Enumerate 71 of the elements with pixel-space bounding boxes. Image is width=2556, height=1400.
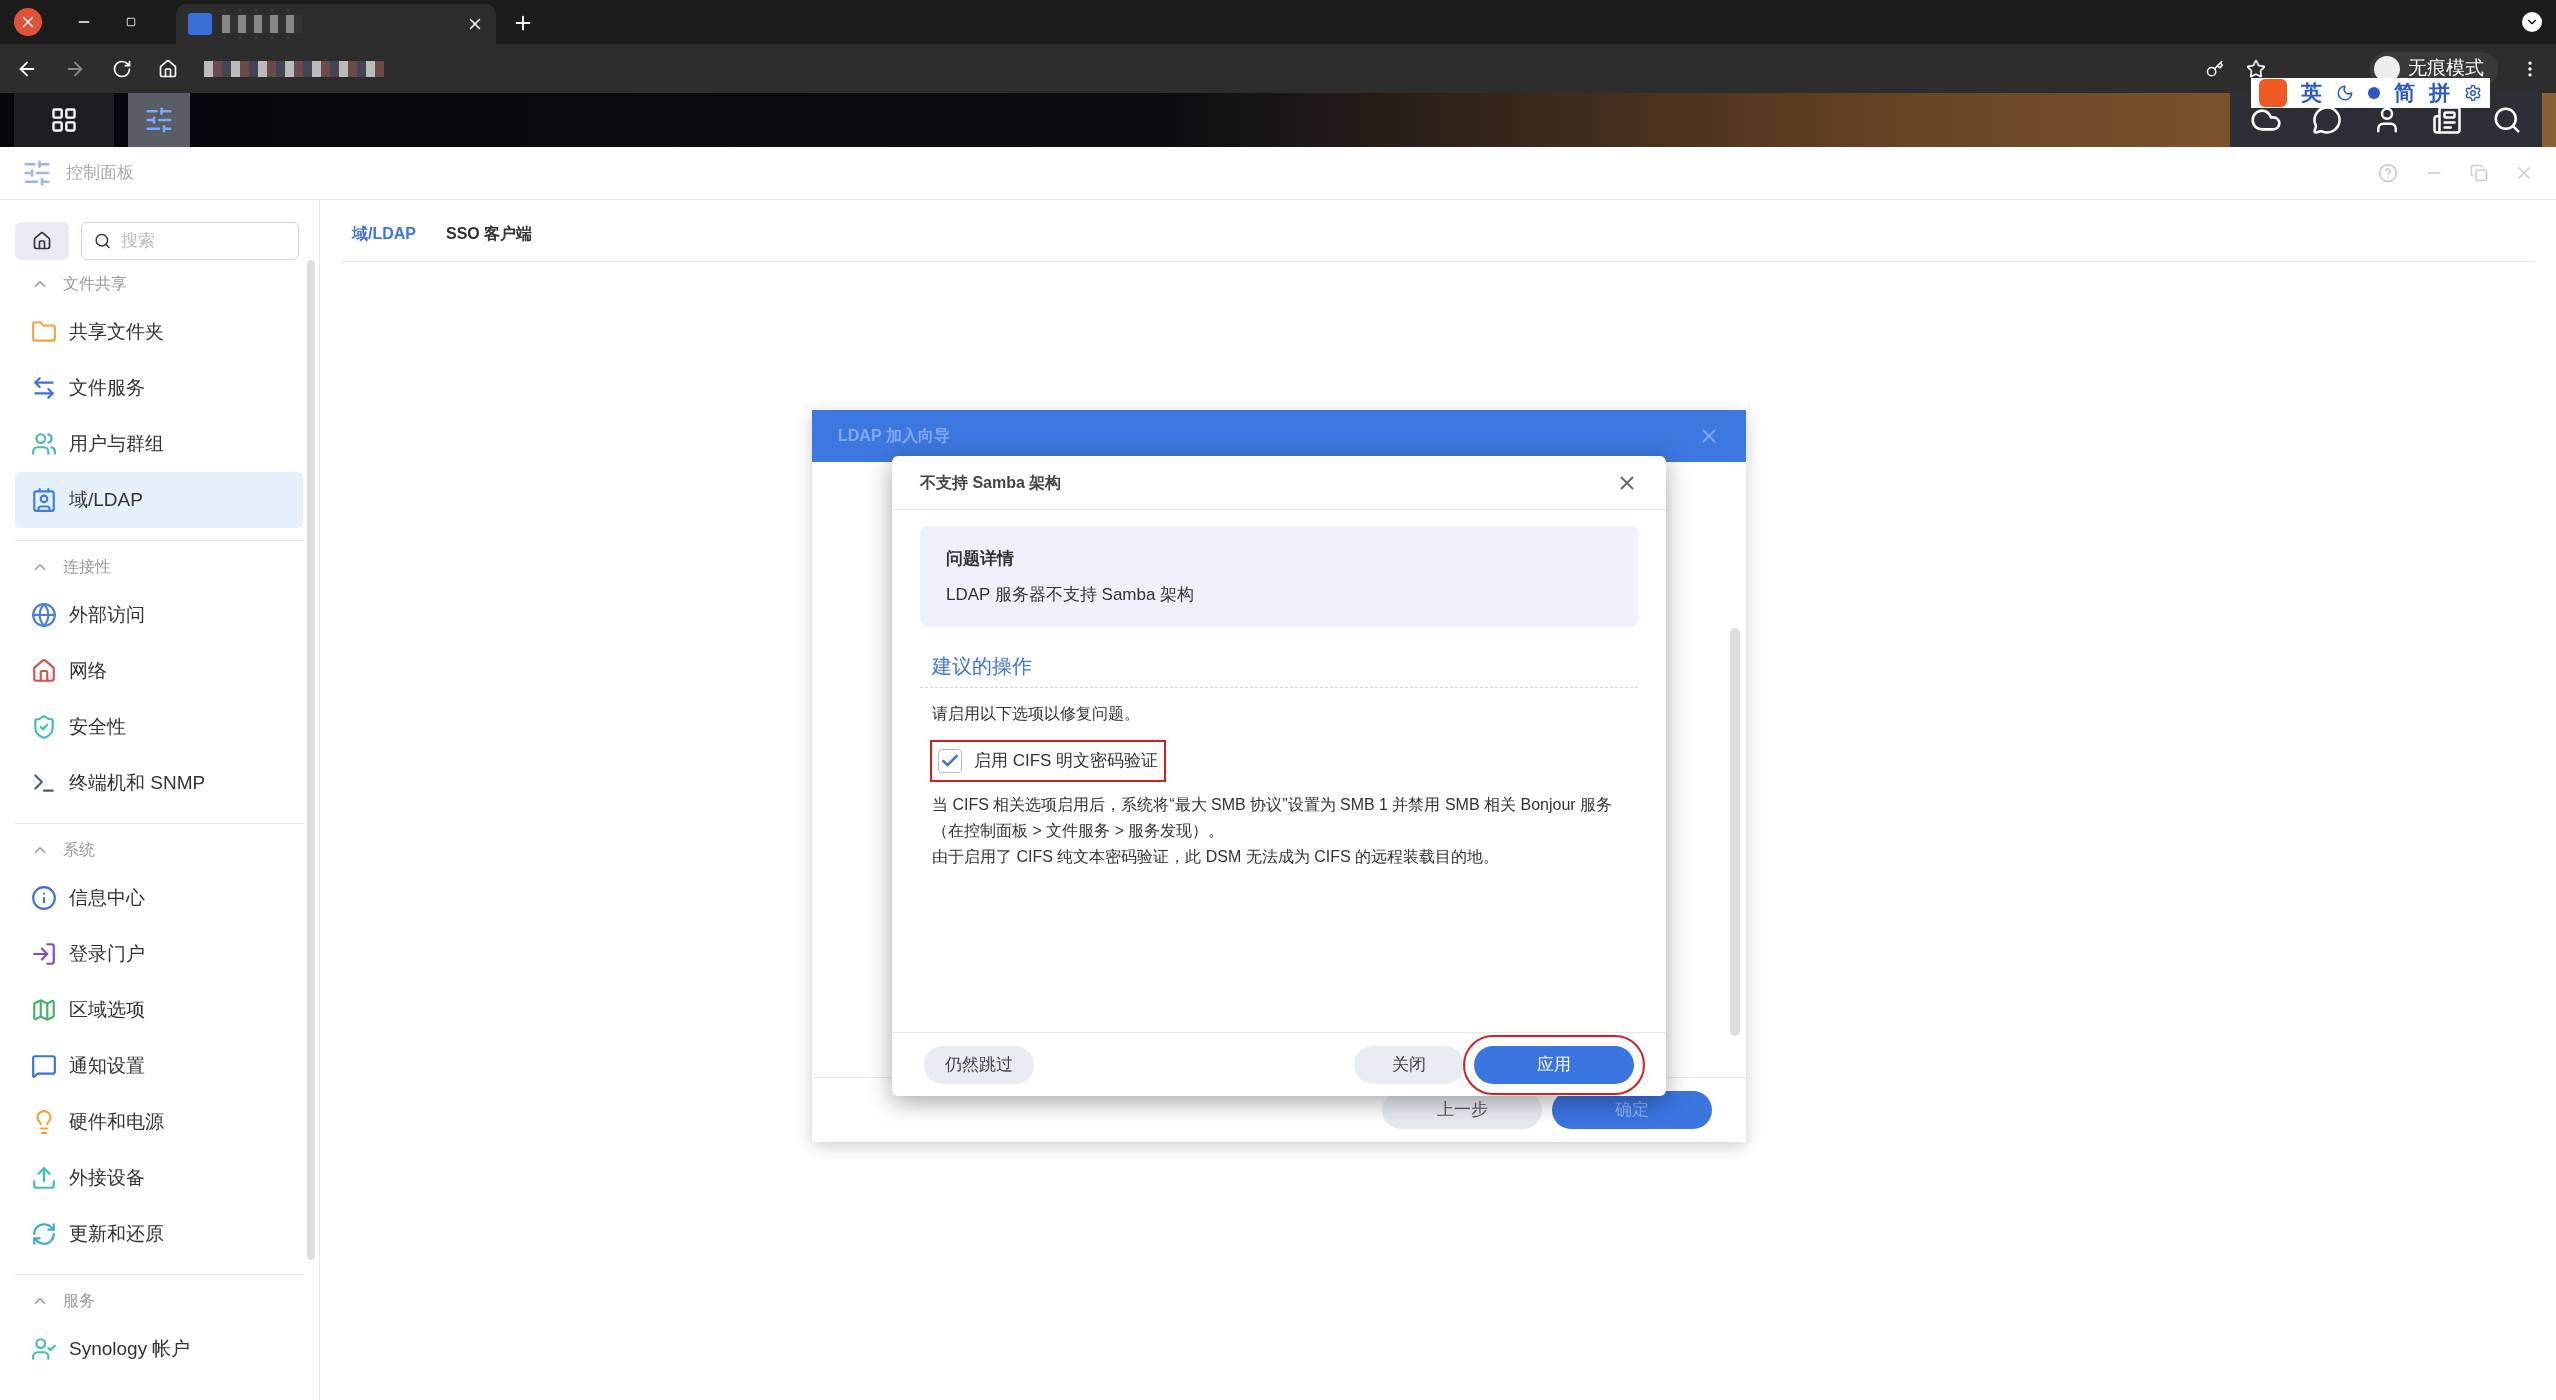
close-window-button[interactable]	[14, 8, 42, 36]
search-icon[interactable]	[2492, 105, 2522, 135]
house-icon	[32, 231, 52, 251]
sogou-logo-icon	[2259, 79, 2287, 107]
refresh-icon	[31, 1221, 57, 1247]
checkbox[interactable]	[938, 748, 962, 773]
control-panel-taskbar-button[interactable]	[128, 93, 190, 147]
widgets-icon[interactable]	[2432, 105, 2462, 135]
sidebar-item[interactable]: 区域选项	[15, 982, 303, 1038]
sidebar-item[interactable]: 通知设置	[15, 1038, 303, 1094]
home-icon[interactable]	[158, 58, 178, 79]
sidebar-item[interactable]: 用户与群组	[15, 416, 303, 472]
grid-icon	[50, 106, 78, 134]
search-input[interactable]: 搜索	[121, 228, 286, 254]
sidebar-item[interactable]: 硬件和电源	[15, 1094, 303, 1150]
tab[interactable]: SSO 客户端	[446, 222, 533, 262]
dialog-title: 不支持 Samba 架构	[920, 472, 1062, 493]
sidebar-item[interactable]: 域/LDAP	[15, 472, 303, 528]
map-icon	[31, 997, 57, 1023]
user-check-icon	[31, 1336, 57, 1362]
search-icon	[94, 231, 112, 251]
secondary-button[interactable]: 仍然跳过	[924, 1045, 1034, 1084]
ime-item[interactable]: 英	[2301, 77, 2322, 109]
users-icon	[31, 431, 57, 457]
contact-card-icon	[31, 487, 57, 513]
moon-icon[interactable]	[2336, 84, 2354, 102]
window-title: 控制面板	[66, 162, 134, 185]
sidebar-item[interactable]: 网络	[15, 643, 303, 699]
sidebar-item[interactable]: 外接设备	[15, 1150, 303, 1206]
maximize-icon[interactable]	[126, 17, 136, 27]
globe-icon	[31, 602, 57, 628]
section-title: 建议的操作	[932, 655, 1032, 677]
favicon-icon	[188, 13, 212, 35]
sidebar-item[interactable]: 信息中心	[15, 870, 303, 926]
notifications-icon[interactable]	[2312, 105, 2342, 135]
info-icon	[31, 885, 57, 911]
settings-icon[interactable]	[2464, 84, 2482, 102]
details-text: LDAP 服务器不支持 Samba 架构	[946, 583, 1196, 606]
search-field[interactable]: 搜索	[81, 222, 299, 260]
sliders-icon	[144, 105, 174, 135]
tab-menu-icon[interactable]	[2522, 12, 2542, 32]
sidebar-item[interactable]: 共享文件夹	[15, 304, 303, 360]
message-icon	[31, 1053, 57, 1079]
folder-icon	[31, 319, 57, 345]
note-text: 由于启用了 CIFS 纯文本密码验证，此 DSM 无法成为 CIFS 的远程装载目的地。	[932, 846, 1501, 867]
reload-icon[interactable]	[112, 58, 132, 79]
sidebar-item[interactable]: 文件服务	[15, 360, 303, 416]
main-menu-button[interactable]	[14, 93, 114, 147]
upload-icon	[31, 1165, 57, 1191]
control-panel-icon	[22, 158, 52, 188]
secondary-button[interactable]: 关闭	[1354, 1045, 1464, 1084]
sidebar-item[interactable]: 安全性	[15, 699, 303, 755]
sidebar-item[interactable]: Synology 帐户	[15, 1321, 303, 1377]
instruction-text: 请启用以下选项以修复问题。	[932, 704, 1141, 724]
sidebar-item[interactable]: 更新和还原	[15, 1206, 303, 1262]
tab[interactable]: 域/LDAP	[352, 222, 416, 262]
details-heading: 问题详情	[946, 548, 1015, 570]
login-icon	[31, 941, 57, 967]
shield-icon	[31, 714, 57, 740]
browser-tab[interactable]	[176, 4, 496, 44]
sidebar-item[interactable]: 终端机和 SNMP	[15, 755, 303, 811]
note-text: 当 CIFS 相关选项启用后，系统将“最大 SMB 协议”设置为 SMB 1 并禁用 SMB 相关 Bonjour 服务（在控制面板 > 文件服务 > 服务发现）。	[932, 794, 1614, 841]
wizard-title: LDAP 加入向导	[838, 426, 950, 446]
sidebar-item[interactable]: 登录门户	[15, 926, 303, 982]
home-button[interactable]	[15, 222, 69, 260]
checkbox-option[interactable]: 启用 CIFS 明文密码验证	[932, 742, 1165, 780]
bookmark-star-icon[interactable]	[2246, 58, 2266, 79]
key-icon[interactable]	[2206, 59, 2224, 78]
house-icon	[31, 658, 57, 684]
exchange-icon	[31, 375, 57, 401]
sidebar-item[interactable]: 外部访问	[15, 587, 303, 643]
